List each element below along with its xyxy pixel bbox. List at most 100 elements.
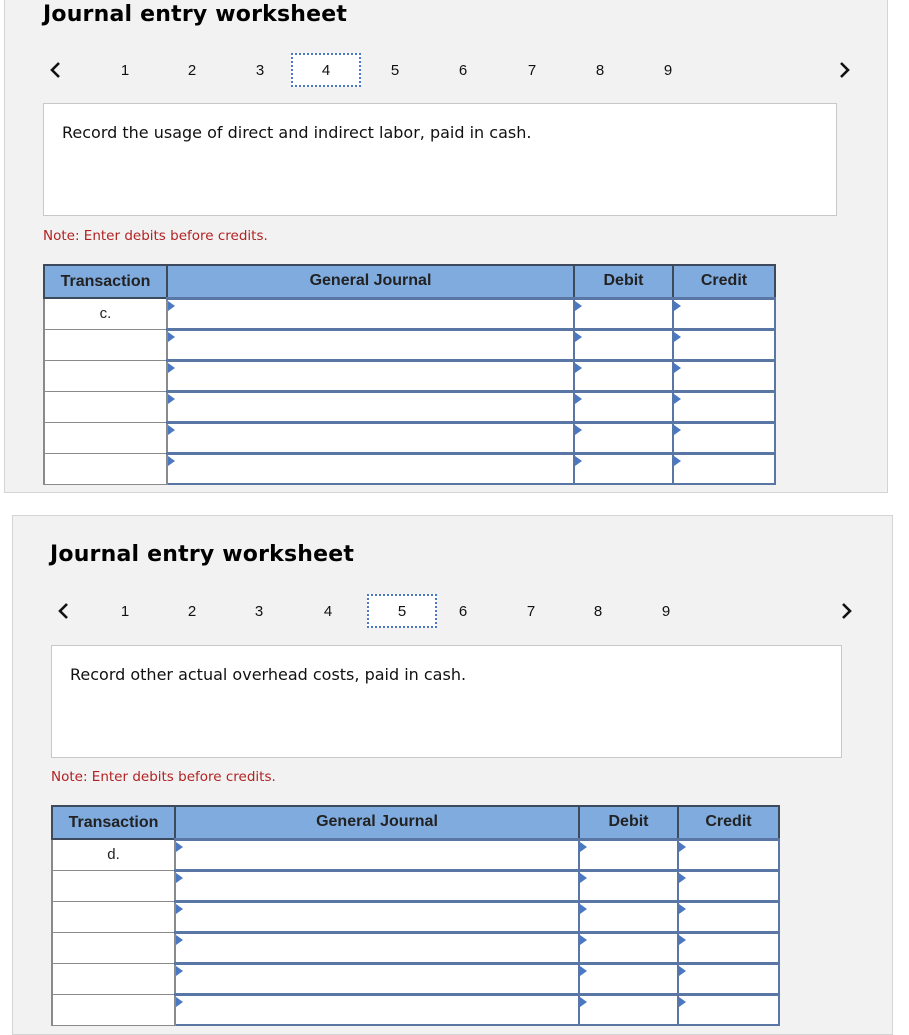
dropdown-flag-icon (575, 455, 582, 466)
debit-amount-input[interactable] (575, 454, 672, 483)
dropdown-flag-icon (176, 903, 183, 914)
page-button-1[interactable]: 1 (90, 594, 160, 628)
debit-amount-input[interactable] (575, 392, 672, 421)
credit-amount-input[interactable] (679, 964, 778, 993)
credit-amount-input[interactable] (679, 871, 778, 900)
credit-amount-input[interactable] (679, 995, 778, 1024)
debit-amount-cell (578, 837, 679, 871)
journal-entry-table: Transaction General Journal Debit Credit… (51, 805, 780, 1026)
general-journal-account-cell (166, 296, 575, 330)
general-journal-account-input[interactable] (168, 454, 573, 483)
page-button-6[interactable]: 6 (428, 53, 498, 87)
general-journal-account-input[interactable] (168, 299, 573, 328)
debit-amount-input[interactable] (580, 902, 677, 931)
page-button-5[interactable]: 5 (360, 53, 430, 87)
debit-amount-input[interactable] (575, 299, 672, 328)
page-button-4-active[interactable]: 4 (291, 53, 361, 87)
table-row (51, 930, 780, 964)
general-journal-account-input[interactable] (176, 840, 578, 869)
page-button-1[interactable]: 1 (90, 53, 160, 87)
dropdown-flag-icon (176, 841, 183, 852)
debit-amount-input[interactable] (580, 964, 677, 993)
dropdown-flag-icon (679, 934, 686, 945)
credit-amount-cell (677, 930, 780, 964)
page-button-3[interactable]: 3 (224, 594, 294, 628)
page-button-7[interactable]: 7 (496, 594, 566, 628)
debit-amount-input[interactable] (575, 423, 672, 452)
general-journal-account-cell (174, 837, 580, 871)
general-journal-account-cell (174, 930, 580, 964)
general-journal-account-input[interactable] (168, 330, 573, 359)
dropdown-flag-icon (575, 393, 582, 404)
page-button-8[interactable]: 8 (563, 594, 633, 628)
table-row (43, 451, 776, 485)
prev-page-button[interactable] (45, 53, 65, 87)
page-button-2[interactable]: 2 (157, 594, 227, 628)
prev-page-button[interactable] (53, 594, 73, 628)
transaction-cell (43, 359, 168, 392)
credit-amount-input[interactable] (674, 330, 774, 359)
entry-note: Note: Enter debits before credits. (43, 228, 268, 244)
dropdown-flag-icon (575, 331, 582, 342)
general-journal-account-input[interactable] (176, 995, 578, 1024)
page-button-6[interactable]: 6 (428, 594, 498, 628)
debit-amount-input[interactable] (580, 840, 677, 869)
debit-amount-input[interactable] (575, 361, 672, 390)
transaction-cell (43, 452, 168, 485)
general-journal-account-input[interactable] (168, 361, 573, 390)
table-row: d. (51, 837, 780, 871)
credit-amount-input[interactable] (674, 392, 774, 421)
general-journal-account-input[interactable] (176, 933, 578, 962)
general-journal-account-input[interactable] (168, 392, 573, 421)
credit-amount-cell (672, 327, 776, 361)
general-journal-account-input[interactable] (176, 964, 578, 993)
column-header-credit: Credit (672, 264, 776, 299)
question-prompt-text: Record other actual overhead costs, paid… (70, 665, 467, 684)
page-button-5-active[interactable]: 5 (367, 594, 437, 628)
credit-amount-input[interactable] (679, 933, 778, 962)
debit-amount-cell (578, 899, 679, 933)
dropdown-flag-icon (176, 965, 183, 976)
credit-amount-cell (677, 961, 780, 995)
debit-amount-input[interactable] (580, 995, 677, 1024)
credit-amount-cell (677, 837, 780, 871)
page-button-9[interactable]: 9 (633, 53, 703, 87)
debit-amount-input[interactable] (580, 871, 677, 900)
next-page-button[interactable] (835, 53, 855, 87)
table-row (43, 327, 776, 361)
table-header-row: Transaction General Journal Debit Credit (51, 805, 780, 840)
dropdown-flag-icon (674, 393, 681, 404)
credit-amount-input[interactable] (674, 423, 774, 452)
general-journal-account-input[interactable] (176, 902, 578, 931)
debit-amount-input[interactable] (575, 330, 672, 359)
general-journal-account-input[interactable] (176, 871, 578, 900)
page-button-2[interactable]: 2 (157, 53, 227, 87)
general-journal-account-cell (166, 327, 575, 361)
credit-amount-input[interactable] (674, 299, 774, 328)
general-journal-account-cell (174, 961, 580, 995)
page-button-9[interactable]: 9 (631, 594, 701, 628)
dropdown-flag-icon (168, 393, 175, 404)
credit-amount-input[interactable] (674, 361, 774, 390)
page-button-3[interactable]: 3 (225, 53, 295, 87)
general-journal-account-input[interactable] (168, 423, 573, 452)
next-page-button[interactable] (837, 594, 857, 628)
page-button-8[interactable]: 8 (565, 53, 635, 87)
dropdown-flag-icon (580, 872, 587, 883)
credit-amount-cell (672, 389, 776, 423)
page-button-4[interactable]: 4 (293, 594, 363, 628)
debit-amount-input[interactable] (580, 933, 677, 962)
debit-amount-cell (573, 389, 674, 423)
credit-amount-input[interactable] (679, 902, 778, 931)
worksheet-title: Journal entry worksheet (43, 2, 348, 27)
transaction-cell (51, 931, 176, 964)
debit-amount-cell (573, 358, 674, 392)
worksheet-pager: 1 2 3 4 5 6 7 8 9 (45, 53, 865, 93)
credit-amount-input[interactable] (679, 840, 778, 869)
dropdown-flag-icon (580, 996, 587, 1007)
page-button-7[interactable]: 7 (497, 53, 567, 87)
dropdown-flag-icon (168, 455, 175, 466)
credit-amount-input[interactable] (674, 454, 774, 483)
dropdown-flag-icon (168, 362, 175, 373)
dropdown-flag-icon (168, 424, 175, 435)
